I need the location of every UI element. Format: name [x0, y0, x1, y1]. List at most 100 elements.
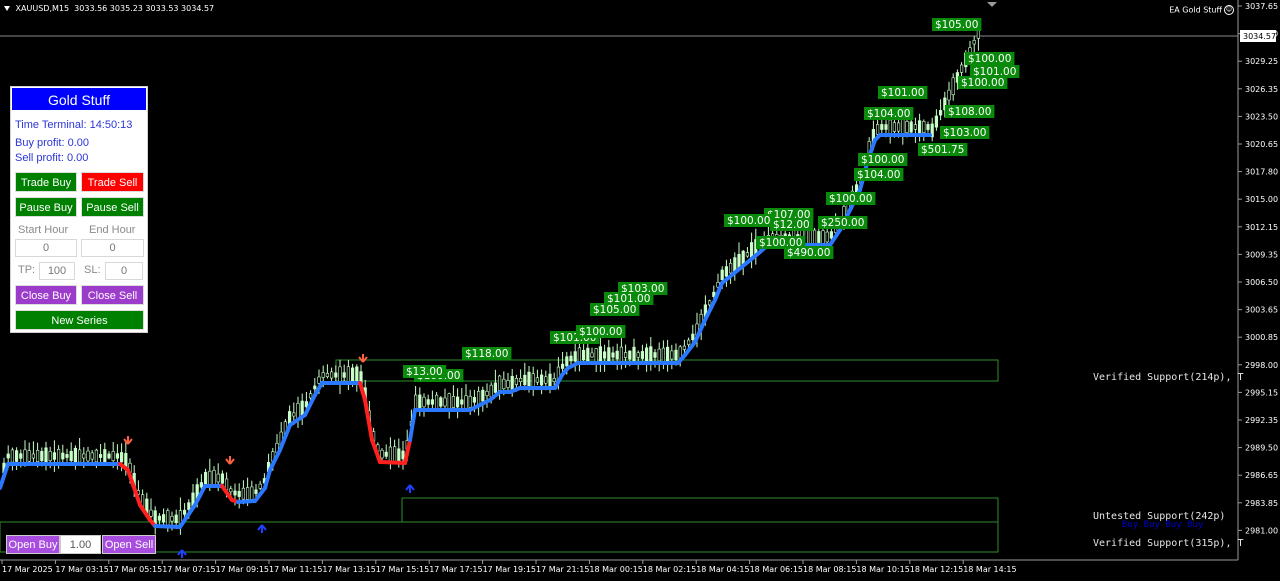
- candle-body: [187, 502, 191, 510]
- candle-body: [829, 231, 833, 239]
- sell-arrow-icon: [123, 436, 133, 445]
- symbol-label: XAUUSD,M15: [15, 4, 70, 13]
- symbol-info: XAUUSD,M15 3033.56 3035.23 3033.53 3034.…: [4, 4, 214, 13]
- price-chart[interactable]: $105.00$100.00$101.00$100.00$101.00$104.…: [0, 0, 1280, 581]
- candle-body: [510, 375, 514, 391]
- buy-arrow-icon: [405, 484, 415, 493]
- candle-body: [518, 378, 523, 382]
- candle-body: [78, 449, 82, 463]
- lot-size-input[interactable]: [60, 535, 101, 554]
- candle-body: [615, 350, 619, 360]
- candle-body: [573, 351, 577, 362]
- ea-name: EA Gold Stuff: [1169, 5, 1222, 15]
- trade-buy-button[interactable]: Trade Buy: [15, 172, 77, 192]
- sell-arrow-icon: [225, 456, 235, 465]
- candle-body: [455, 396, 460, 408]
- candle-body: [972, 40, 976, 45]
- candle-body: [649, 346, 653, 364]
- candle-body: [73, 447, 77, 465]
- candle-body: [632, 346, 636, 364]
- candle-body: [325, 373, 330, 377]
- time-tick-label: 18 Mar 08:15: [803, 565, 856, 574]
- profit-label: $101.00: [881, 87, 924, 99]
- candle-body: [640, 351, 644, 359]
- candle-body: [27, 450, 31, 462]
- candle-body: [959, 64, 964, 73]
- expert-advisor-label[interactable]: EA Gold Stuff ☺: [1169, 5, 1234, 15]
- candle-body: [355, 366, 359, 384]
- candle-body: [493, 382, 498, 393]
- price-tick-label: 2989.50: [1245, 444, 1278, 453]
- candle-body: [216, 473, 220, 483]
- pause-buy-button[interactable]: Pause Buy: [15, 197, 77, 217]
- candle-body: [250, 486, 254, 500]
- candle-body: [233, 490, 237, 496]
- pause-sell-button[interactable]: Pause Sell: [81, 197, 144, 217]
- candle-body: [724, 266, 728, 277]
- candle-body: [922, 121, 926, 133]
- dropdown-triangle-icon[interactable]: [4, 6, 10, 11]
- candle-body: [661, 347, 665, 363]
- candle-body: [611, 352, 615, 358]
- sl-input[interactable]: [105, 262, 143, 280]
- buy-arrow-icon: [177, 549, 187, 558]
- start-hour-input[interactable]: [15, 239, 77, 257]
- candle-body: [44, 447, 48, 465]
- candle-body: [623, 352, 628, 358]
- candle-body: [15, 450, 19, 462]
- price-tick-label: 3026.35: [1245, 85, 1278, 94]
- time-tick-label: 17 Mar 03:15: [55, 565, 108, 574]
- candle-body: [565, 356, 569, 367]
- candle-body: [346, 366, 351, 384]
- candle-body: [884, 124, 888, 130]
- open-sell-button[interactable]: Open Sell: [102, 535, 156, 554]
- time-tick-label: 17 Mar 05:15: [109, 565, 162, 574]
- profit-label: $103.00: [943, 127, 986, 139]
- trade-sell-button[interactable]: Trade Sell: [81, 172, 144, 192]
- candle-body: [644, 347, 649, 363]
- candle-body: [40, 451, 44, 461]
- chart-frame: [0, 0, 1239, 561]
- candle-body: [502, 378, 506, 390]
- candle-body: [607, 347, 611, 363]
- time-tick-label: 17 Mar 07:15: [162, 565, 215, 574]
- time-tick-label: 18 Mar 00:15: [589, 565, 642, 574]
- verified-support-label-2: Verified Support(315p), T: [1093, 538, 1244, 549]
- candle-body: [875, 124, 880, 135]
- candle-body: [913, 124, 917, 130]
- candle-body: [94, 449, 98, 463]
- candle-body: [111, 451, 115, 461]
- close-sell-button[interactable]: Close Sell: [81, 285, 144, 305]
- panel-title: Gold Stuff: [11, 87, 147, 111]
- close-buy-button[interactable]: Close Buy: [15, 285, 77, 305]
- profit-label: $104.00: [867, 108, 910, 120]
- new-series-button[interactable]: New Series: [15, 310, 144, 330]
- candle-body: [166, 510, 170, 527]
- price-tick-label: 3017.80: [1245, 168, 1278, 177]
- candle-body: [397, 448, 401, 462]
- candle-body: [334, 372, 338, 378]
- candle-body: [821, 230, 825, 244]
- profit-label: $100.00: [829, 193, 872, 205]
- candle-body: [527, 371, 531, 389]
- candle-body: [308, 393, 313, 399]
- end-hour-input[interactable]: [81, 239, 144, 257]
- open-buy-button[interactable]: Open Buy: [6, 535, 60, 554]
- candle-body: [56, 448, 61, 464]
- candle-body: [917, 120, 922, 134]
- time-tick-label: 18 Mar 02:15: [643, 565, 696, 574]
- candle-body: [380, 449, 384, 459]
- candle-body: [577, 347, 581, 363]
- candle-body: [107, 453, 111, 459]
- price-tick-label: 2998.00: [1245, 361, 1278, 370]
- candle-body: [619, 346, 623, 364]
- tp-input[interactable]: [39, 262, 75, 280]
- candle-body: [430, 399, 435, 405]
- price-tick-label: 3009.35: [1245, 250, 1278, 259]
- candle-body: [48, 451, 52, 461]
- candle-body: [535, 377, 539, 383]
- candle-body: [539, 374, 544, 386]
- profit-label: $13.00: [406, 366, 443, 378]
- candle-body: [317, 376, 321, 384]
- candle-body: [69, 451, 73, 461]
